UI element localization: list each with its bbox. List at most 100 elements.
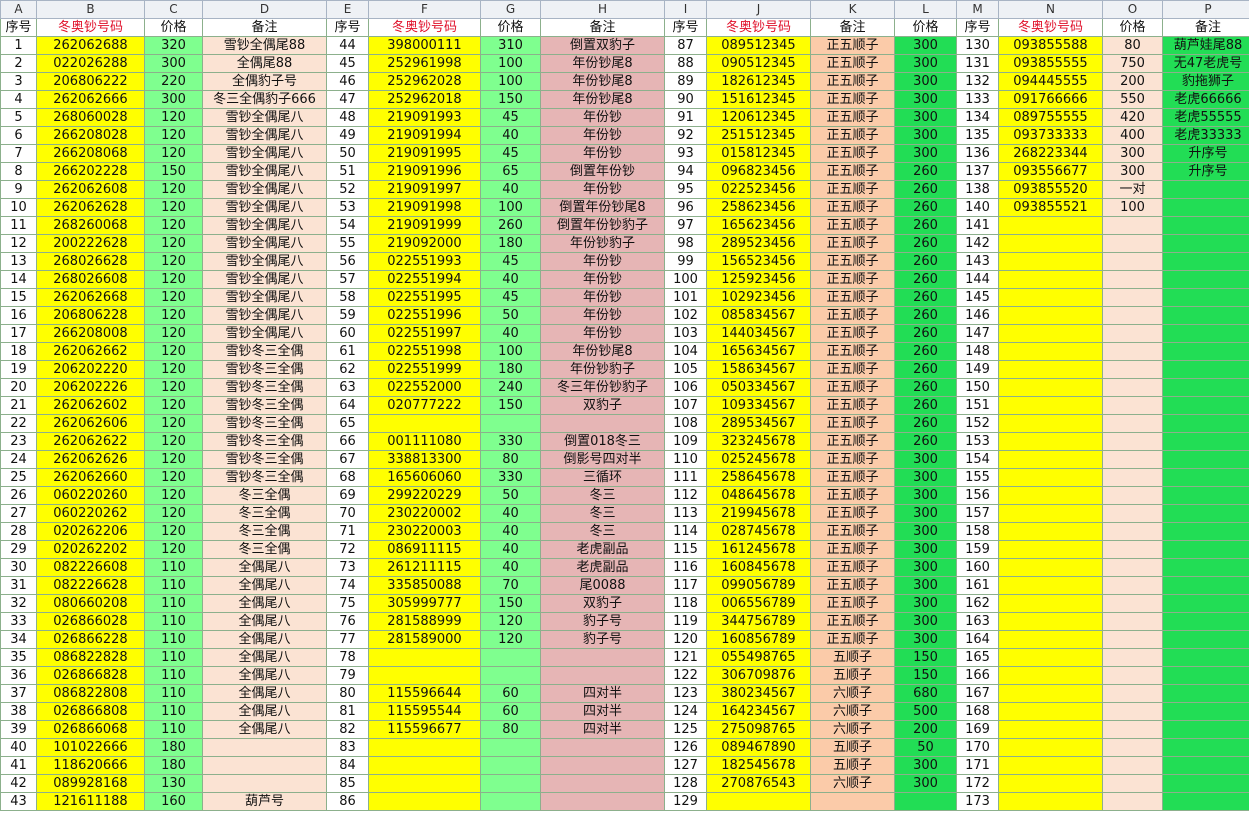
table-cell[interactable] bbox=[1102, 504, 1163, 523]
table-cell[interactable] bbox=[1102, 342, 1163, 361]
table-cell[interactable]: 40 bbox=[480, 540, 541, 559]
table-cell[interactable]: 120 bbox=[480, 630, 541, 649]
table-cell[interactable]: 冬三全偶豹子666 bbox=[202, 90, 327, 109]
table-cell[interactable] bbox=[998, 666, 1103, 685]
table-cell[interactable] bbox=[1162, 432, 1249, 451]
table-cell[interactable]: 289523456 bbox=[706, 234, 811, 253]
table-cell[interactable]: 022551996 bbox=[368, 306, 481, 325]
table-cell[interactable]: 252962028 bbox=[368, 72, 481, 91]
table-cell[interactable]: 年份钞尾8 bbox=[540, 54, 665, 73]
table-cell[interactable]: 006556789 bbox=[706, 594, 811, 613]
table-cell[interactable]: 全偶尾八 bbox=[202, 684, 327, 703]
table-cell[interactable]: 132 bbox=[956, 72, 999, 91]
table-cell[interactable]: 219091993 bbox=[368, 108, 481, 127]
table-cell[interactable]: 71 bbox=[326, 522, 369, 541]
table-cell[interactable]: 230220002 bbox=[368, 504, 481, 523]
table-cell[interactable]: 153 bbox=[956, 432, 999, 451]
table-cell[interactable]: 268223344 bbox=[998, 144, 1103, 163]
table-cell[interactable] bbox=[1102, 270, 1163, 289]
table-cell[interactable]: 093855555 bbox=[998, 54, 1103, 73]
table-cell[interactable]: 025245678 bbox=[706, 450, 811, 469]
table-cell[interactable]: 99 bbox=[664, 252, 707, 271]
table-cell[interactable] bbox=[1162, 594, 1249, 613]
table-cell[interactable]: 年份钞豹子 bbox=[540, 360, 665, 379]
table-cell[interactable]: 262062626 bbox=[36, 450, 145, 469]
table-cell[interactable]: 080660208 bbox=[36, 594, 145, 613]
table-cell[interactable]: 090512345 bbox=[706, 54, 811, 73]
table-cell[interactable]: 289534567 bbox=[706, 414, 811, 433]
table-cell[interactable]: 154 bbox=[956, 450, 999, 469]
table-cell[interactable]: 130 bbox=[956, 36, 999, 55]
table-cell[interactable]: 88 bbox=[664, 54, 707, 73]
table-cell[interactable] bbox=[1162, 540, 1249, 559]
table-cell[interactable] bbox=[1162, 234, 1249, 253]
table-cell[interactable]: 倒置年份钞 bbox=[540, 162, 665, 181]
table-cell[interactable]: 45 bbox=[480, 144, 541, 163]
table-cell[interactable]: 060220260 bbox=[36, 486, 145, 505]
table-cell[interactable]: 正五顺子 bbox=[810, 198, 895, 217]
table-cell[interactable]: 310 bbox=[480, 36, 541, 55]
table-cell[interactable]: 344756789 bbox=[706, 612, 811, 631]
header-cell[interactable]: 序号 bbox=[0, 18, 37, 37]
table-cell[interactable] bbox=[480, 648, 541, 667]
table-cell[interactable]: 正五顺子 bbox=[810, 522, 895, 541]
header-cell[interactable]: 备注 bbox=[202, 18, 327, 37]
table-cell[interactable]: 冬三全偶 bbox=[202, 486, 327, 505]
column-letter-O[interactable]: O bbox=[1102, 0, 1163, 19]
table-cell[interactable]: 093855521 bbox=[998, 198, 1103, 217]
table-cell[interactable] bbox=[202, 774, 327, 793]
table-cell[interactable]: 152 bbox=[956, 414, 999, 433]
table-cell[interactable]: 雪钞冬三全偶 bbox=[202, 414, 327, 433]
table-cell[interactable]: 87 bbox=[664, 36, 707, 55]
table-cell[interactable]: 022552000 bbox=[368, 378, 481, 397]
table-cell[interactable]: 7 bbox=[0, 144, 37, 163]
table-cell[interactable]: 老虎副品 bbox=[540, 558, 665, 577]
table-cell[interactable]: 111 bbox=[664, 468, 707, 487]
table-cell[interactable]: 060220262 bbox=[36, 504, 145, 523]
table-cell[interactable]: 正五顺子 bbox=[810, 270, 895, 289]
table-cell[interactable] bbox=[368, 792, 481, 811]
table-cell[interactable]: 114 bbox=[664, 522, 707, 541]
table-cell[interactable]: 165 bbox=[956, 648, 999, 667]
table-cell[interactable]: 120 bbox=[144, 198, 203, 217]
table-cell[interactable]: 200222628 bbox=[36, 234, 145, 253]
table-cell[interactable]: 尾0088 bbox=[540, 576, 665, 595]
table-cell[interactable]: 98 bbox=[664, 234, 707, 253]
table-cell[interactable] bbox=[1162, 666, 1249, 685]
table-cell[interactable]: 093855520 bbox=[998, 180, 1103, 199]
table-cell[interactable]: 110 bbox=[664, 450, 707, 469]
table-cell[interactable]: 115596677 bbox=[368, 720, 481, 739]
table-cell[interactable]: 全偶尾八 bbox=[202, 558, 327, 577]
table-cell[interactable]: 正五顺子 bbox=[810, 414, 895, 433]
table-cell[interactable]: 90 bbox=[664, 90, 707, 109]
table-cell[interactable]: 118620666 bbox=[36, 756, 145, 775]
table-cell[interactable]: 093855588 bbox=[998, 36, 1103, 55]
table-cell[interactable]: 44 bbox=[326, 36, 369, 55]
table-cell[interactable]: 30 bbox=[0, 558, 37, 577]
table-cell[interactable]: 022551997 bbox=[368, 324, 481, 343]
table-cell[interactable]: 335850088 bbox=[368, 576, 481, 595]
table-cell[interactable] bbox=[480, 774, 541, 793]
table-cell[interactable]: 120 bbox=[144, 144, 203, 163]
table-cell[interactable] bbox=[1102, 702, 1163, 721]
table-cell[interactable]: 118 bbox=[664, 594, 707, 613]
table-cell[interactable]: 320 bbox=[144, 36, 203, 55]
table-cell[interactable]: 86 bbox=[326, 792, 369, 811]
column-letter-I[interactable]: I bbox=[664, 0, 707, 19]
table-cell[interactable]: 正五顺子 bbox=[810, 36, 895, 55]
table-cell[interactable]: 40 bbox=[480, 522, 541, 541]
table-cell[interactable]: 262062662 bbox=[36, 342, 145, 361]
table-cell[interactable]: 93 bbox=[664, 144, 707, 163]
table-cell[interactable] bbox=[1162, 774, 1249, 793]
table-cell[interactable]: 77 bbox=[326, 630, 369, 649]
table-cell[interactable]: 26 bbox=[0, 486, 37, 505]
table-cell[interactable]: 葫芦娃尾88 bbox=[1162, 36, 1249, 55]
table-cell[interactable]: 262062666 bbox=[36, 90, 145, 109]
table-cell[interactable]: 300 bbox=[894, 594, 957, 613]
table-cell[interactable]: 110 bbox=[144, 702, 203, 721]
table-cell[interactable]: 45 bbox=[326, 54, 369, 73]
table-cell[interactable]: 400 bbox=[1102, 126, 1163, 145]
table-cell[interactable]: 125923456 bbox=[706, 270, 811, 289]
table-cell[interactable]: 年份钞尾8 bbox=[540, 72, 665, 91]
table-cell[interactable]: 21 bbox=[0, 396, 37, 415]
